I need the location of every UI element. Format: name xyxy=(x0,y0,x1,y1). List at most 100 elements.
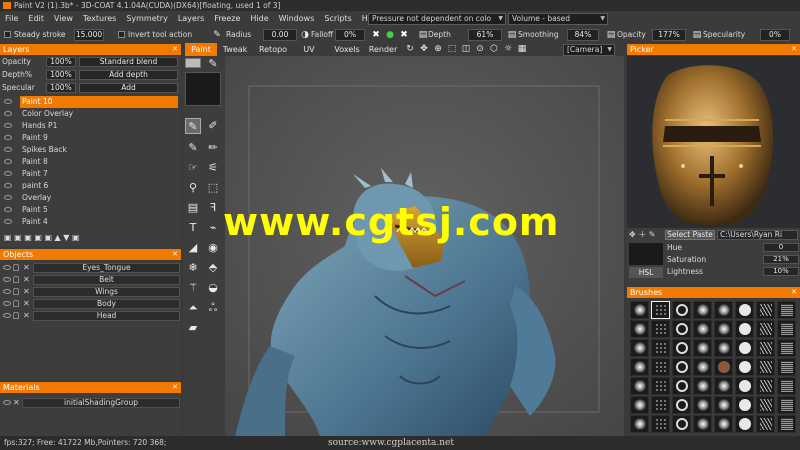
eye-icon[interactable] xyxy=(3,301,11,306)
transform-icon[interactable]: ⬘ xyxy=(205,260,221,276)
brush-tip[interactable] xyxy=(756,377,775,395)
brush-icon[interactable]: ✎ xyxy=(212,30,222,40)
falloff-value[interactable]: 0% xyxy=(335,29,365,41)
layer-item[interactable]: Paint 4 xyxy=(0,216,181,228)
frame-icon[interactable]: ⬚ xyxy=(447,44,457,54)
cross-icon[interactable]: ✖ xyxy=(399,30,409,40)
eye-icon[interactable] xyxy=(4,99,12,104)
close-icon[interactable]: ✕ xyxy=(23,274,30,286)
eye-icon[interactable] xyxy=(4,207,12,212)
brush-tip[interactable] xyxy=(630,396,649,414)
brush-tip[interactable] xyxy=(777,301,796,319)
cube-icon[interactable]: ⬡ xyxy=(489,44,499,54)
material-item[interactable]: ✕ initialShadingGroup xyxy=(0,397,181,409)
brush-tip[interactable] xyxy=(777,320,796,338)
duplicate-layer-icon[interactable]: ▣ xyxy=(24,233,32,242)
depth-mode-select[interactable]: Add depth xyxy=(79,70,178,80)
eye-icon[interactable] xyxy=(4,171,12,176)
ortho-icon[interactable]: ◫ xyxy=(461,44,471,54)
lock-icon[interactable] xyxy=(13,264,19,271)
rotate-icon[interactable]: ↻ xyxy=(405,44,415,54)
brush-tip[interactable] xyxy=(735,396,754,414)
tab-voxels[interactable]: Voxels xyxy=(329,43,365,56)
eye-icon[interactable] xyxy=(3,289,11,294)
lock-icon[interactable] xyxy=(13,276,19,283)
brush-tip[interactable] xyxy=(630,377,649,395)
layer-item[interactable]: Color Overlay xyxy=(0,108,181,120)
eye-icon[interactable] xyxy=(4,147,12,152)
fill-icon[interactable]: ▤ xyxy=(185,200,201,216)
brush-tip[interactable] xyxy=(672,339,691,357)
smoothing-value[interactable]: 84% xyxy=(567,29,599,41)
grid-icon[interactable]: ▦ xyxy=(517,44,527,54)
brush-tip[interactable] xyxy=(651,358,670,376)
menu-hide[interactable]: Hide xyxy=(245,11,273,27)
tab-uv[interactable]: UV xyxy=(297,43,321,56)
brush-tip[interactable] xyxy=(714,415,733,433)
new-layer-icon[interactable]: ▣ xyxy=(4,233,12,242)
eyedropper-icon[interactable]: ✎ xyxy=(649,230,656,239)
menu-view[interactable]: View xyxy=(49,11,78,27)
eye-icon[interactable] xyxy=(4,183,12,188)
move-up-icon[interactable]: ▲ xyxy=(55,233,61,242)
close-icon[interactable]: ✕ xyxy=(172,249,178,260)
eyedropper-icon[interactable]: ✎ xyxy=(205,56,221,72)
brush-tip[interactable] xyxy=(735,320,754,338)
brush-tip[interactable] xyxy=(777,415,796,433)
brush-tip[interactable] xyxy=(651,339,670,357)
brush-tip[interactable] xyxy=(672,358,691,376)
tab-render[interactable]: Render xyxy=(365,43,401,56)
layer-item[interactable]: Paint 7 xyxy=(0,168,181,180)
pen-icon[interactable]: ✐ xyxy=(205,118,221,134)
snapshot-icon[interactable]: ⊙ xyxy=(475,44,485,54)
eye-icon[interactable] xyxy=(4,219,12,224)
eye-icon[interactable] xyxy=(4,159,12,164)
brush-tip[interactable] xyxy=(630,301,649,319)
layer-item[interactable]: Hands P1 xyxy=(0,120,181,132)
ruler-icon[interactable]: ▰ xyxy=(185,320,201,336)
brush-tip[interactable] xyxy=(693,415,712,433)
pencil-icon[interactable]: ✏ xyxy=(205,140,221,156)
steady-stroke-checkbox[interactable] xyxy=(4,31,11,38)
brush-tip[interactable] xyxy=(756,339,775,357)
spray-icon[interactable]: ⚟ xyxy=(205,160,221,176)
close-icon[interactable]: ✕ xyxy=(13,397,20,409)
close-icon[interactable]: ✕ xyxy=(791,287,797,298)
snowflake-icon[interactable]: ❄ xyxy=(185,260,201,276)
close-icon[interactable]: ✖ xyxy=(371,30,381,40)
eye-icon[interactable] xyxy=(4,195,12,200)
eye-icon[interactable] xyxy=(3,313,11,318)
menu-file[interactable]: File xyxy=(0,11,23,27)
lightness-value[interactable]: 10% xyxy=(763,267,799,276)
brush-tip[interactable] xyxy=(735,358,754,376)
wand-icon[interactable]: ⚚ xyxy=(185,280,201,296)
object-item[interactable]: ✕ Eyes_Tongue xyxy=(0,262,181,274)
brush-tip[interactable] xyxy=(672,377,691,395)
tab-tweak[interactable]: Tweak xyxy=(219,43,251,56)
object-item[interactable]: ✕ Body xyxy=(0,298,181,310)
brush-tip[interactable] xyxy=(693,396,712,414)
layer-item[interactable]: Paint 8 xyxy=(0,156,181,168)
brush-tip[interactable] xyxy=(651,415,670,433)
brush-tip[interactable] xyxy=(777,358,796,376)
layer-settings-icon[interactable]: ▣ xyxy=(72,233,80,242)
brush-tip[interactable] xyxy=(693,377,712,395)
hsl-mode-button[interactable]: HSL xyxy=(629,267,663,278)
brush-tip[interactable] xyxy=(777,377,796,395)
brush-tip[interactable] xyxy=(777,339,796,357)
brush-tip[interactable] xyxy=(714,377,733,395)
lock-icon[interactable] xyxy=(13,300,19,307)
curve-icon[interactable]: ⌁ xyxy=(205,220,221,236)
specular-mode-select[interactable]: Add xyxy=(79,83,178,93)
close-icon[interactable]: ✕ xyxy=(172,382,178,393)
brush-tip[interactable] xyxy=(693,339,712,357)
brush-tip[interactable] xyxy=(651,396,670,414)
hue-value[interactable]: 0 xyxy=(763,243,799,252)
blur-icon[interactable]: ◒ xyxy=(205,280,221,296)
brush-tip[interactable] xyxy=(714,339,733,357)
zoom-icon[interactable]: ⊕ xyxy=(433,44,443,54)
menu-symmetry[interactable]: Symmetry xyxy=(121,11,172,27)
brush-tip[interactable] xyxy=(735,415,754,433)
brush-tip[interactable] xyxy=(672,396,691,414)
butterfly-icon[interactable]: ஃ xyxy=(205,300,221,316)
